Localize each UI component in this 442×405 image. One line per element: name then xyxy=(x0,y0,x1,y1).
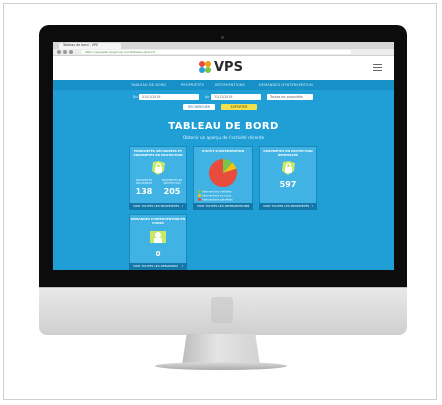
vps-logo[interactable]: VPS xyxy=(199,59,249,77)
card-protection-renforcee: PROPRIÉTÉS EN PROTECTION RENFORCÉE 597 V… xyxy=(259,146,317,210)
browser-tab-title: Tableau de bord - VPS xyxy=(63,43,98,47)
card-demandes-intervention: DEMANDES D'INTERVENTION EN COURS 0 VOIR … xyxy=(129,214,187,270)
card-footer[interactable]: VOIR TOUTES LES PROPRIÉTÉS › xyxy=(259,203,317,210)
stat-value: 597 xyxy=(279,180,297,189)
chevron-right-icon: › xyxy=(247,204,249,208)
page-subtitle: Obtenir un aperçu de l'activité récente xyxy=(182,135,265,140)
reload-icon[interactable] xyxy=(69,50,73,54)
legend-item: Interventions planifiées xyxy=(198,198,233,202)
card-statut-intervention: STATUT D'INTERVENTION Interventions réal… xyxy=(193,146,253,210)
date-to-field[interactable]: 31/12/2019 xyxy=(211,94,261,100)
screen: Tableau de bord - VPS https://vpsgate.vp… xyxy=(53,42,394,270)
lock-shield-icon xyxy=(282,161,295,175)
card-heading: DEMANDES D'INTERVENTION EN COURS xyxy=(130,217,186,225)
card-footer[interactable]: VOIR TOUTES LES PROPRIÉTÉS › xyxy=(129,203,187,210)
chevron-right-icon: › xyxy=(311,204,313,208)
menu-item-proprietes[interactable]: PROPRIÉTÉS xyxy=(181,80,204,90)
card-footer[interactable]: VOIR TOUTES LES DEMANDES › xyxy=(129,263,187,270)
date-to-label: Au xyxy=(205,95,210,99)
menu-item-interventions[interactable]: INTERVENTIONS xyxy=(215,80,245,90)
imac-stand-base xyxy=(155,362,287,370)
forward-icon[interactable] xyxy=(63,50,67,54)
export-button[interactable]: EXPORTER xyxy=(221,104,257,110)
worker-icon xyxy=(150,231,166,243)
brand-name: VPS xyxy=(214,60,243,75)
apple-logo-icon xyxy=(211,297,233,323)
chevron-right-icon: › xyxy=(181,264,183,268)
right-stat-label: PROPRIÉTÉS EN PROTECTION xyxy=(161,179,183,186)
page-title: TABLEAU DE BORD xyxy=(168,121,279,132)
hamburger-menu-icon[interactable] xyxy=(373,64,382,71)
menu-item-demandes[interactable]: DEMANDES D'INTERVENTION xyxy=(259,80,313,90)
back-icon[interactable] xyxy=(57,50,61,54)
property-select[interactable]: Toutes les propriétés xyxy=(267,94,313,100)
date-from-field[interactable]: 01/01/2019 xyxy=(139,94,199,100)
main-menu: TABLEAU DE BORD PROPRIÉTÉS INTERVENTIONS… xyxy=(53,80,394,90)
card-heading: STATUT D'INTERVENTION xyxy=(201,149,245,153)
search-button[interactable]: RECHERCHER xyxy=(183,104,215,110)
date-from-label: Du xyxy=(133,95,138,99)
chevron-right-icon: › xyxy=(181,204,183,208)
card-footer[interactable]: VOIR TOUTES LES INTERVENTIONS › xyxy=(193,203,253,210)
url-text: https://vpsgate.vpsgroup.com/tableau-de-… xyxy=(85,50,156,54)
stat-value: 0 xyxy=(155,250,161,258)
vps-logo-mark xyxy=(199,61,212,74)
browser-tab-bar: Tableau de bord - VPS xyxy=(53,42,394,49)
left-stat-label: PROPRIÉTÉS SÉCURISÉES xyxy=(135,179,153,186)
imac-stand xyxy=(182,334,260,365)
lock-shield-icon xyxy=(152,161,165,175)
intervention-pie-chart xyxy=(209,159,237,187)
right-stat-value: 205 xyxy=(163,187,181,196)
card-heading: PROPRIÉTÉS SÉCURISÉES ET PROPRIÉTÉS EN P… xyxy=(133,149,183,157)
card-heading: PROPRIÉTÉS EN PROTECTION RENFORCÉE xyxy=(263,149,313,157)
menu-item-tableau-de-bord[interactable]: TABLEAU DE BORD xyxy=(131,80,166,90)
left-stat-value: 138 xyxy=(135,187,153,196)
camera-icon xyxy=(221,36,224,39)
filters-bar: Du 01/01/2019 Au 31/12/2019 Toutes les p… xyxy=(53,90,394,116)
card-proprietes-securisees: PROPRIÉTÉS SÉCURISÉES ET PROPRIÉTÉS EN P… xyxy=(129,146,187,210)
